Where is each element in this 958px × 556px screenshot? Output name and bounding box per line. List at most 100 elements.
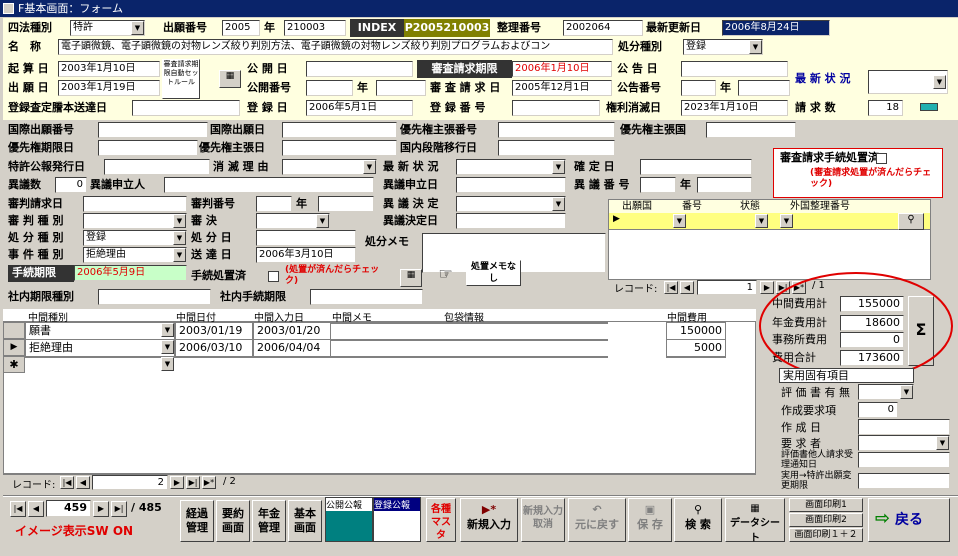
chevron-down-icon[interactable]: ▼ <box>161 340 174 354</box>
calendar-icon[interactable]: ▦ <box>219 70 241 88</box>
table-row-date[interactable]: 2006/03/10 <box>175 339 253 357</box>
shinpan-seikyu-input[interactable] <box>83 196 187 212</box>
table-row-cost[interactable]: 150000 <box>666 322 726 340</box>
note2-input[interactable] <box>858 473 950 489</box>
igi-moshitate-input[interactable] <box>164 177 374 193</box>
search-button[interactable]: ⚲ 検 索 <box>674 498 722 542</box>
new-record-icon[interactable]: ▶* <box>202 476 216 489</box>
shanai-kigen-input[interactable] <box>98 289 211 305</box>
yusen-koku-input[interactable] <box>706 122 796 138</box>
shobun-shubetsu-select[interactable]: 登録 <box>83 230 187 246</box>
chevron-down-icon[interactable]: ▼ <box>131 21 144 35</box>
print1-button[interactable]: 画面印刷1 <box>789 498 863 512</box>
new-input-cancel-button[interactable]: 新規入力取消 <box>521 498 565 542</box>
table-row-memo[interactable] <box>331 339 443 341</box>
first-record-icon[interactable]: |◀ <box>10 501 26 517</box>
prev-record-icon[interactable]: ◀ <box>76 476 90 489</box>
last-record-icon[interactable]: ▶| <box>186 476 200 489</box>
table-row-memo[interactable] <box>331 356 443 358</box>
sakusei-bi-input[interactable] <box>858 419 950 435</box>
back-button[interactable]: ⇨ 戻る <box>868 498 950 542</box>
save-button[interactable]: ▣ 保 存 <box>628 498 672 542</box>
kokusai-bi-input[interactable] <box>282 122 397 138</box>
tokkyo-koho-input[interactable] <box>104 159 210 175</box>
nenkin-kanri-button[interactable]: 年金管理 <box>252 500 286 542</box>
chevron-down-icon[interactable]: ▼ <box>161 323 174 337</box>
row-pointer-icon[interactable]: ▶ <box>3 339 25 356</box>
shinsa-seikyu-input[interactable]: 2005年12月1日 <box>512 80 612 96</box>
table-row-input[interactable]: 2006/04/04 <box>253 339 331 357</box>
shinpan-no-input[interactable] <box>318 196 374 212</box>
kakutei-input[interactable] <box>640 159 752 175</box>
igi-kettei-select[interactable] <box>456 196 566 212</box>
chevron-down-icon[interactable]: ▼ <box>673 214 686 228</box>
chevron-down-icon[interactable]: ▼ <box>316 214 329 228</box>
new-row-icon[interactable]: ✱ <box>3 356 25 373</box>
kenri-input[interactable]: 2023年1月10日 <box>681 100 788 116</box>
chevron-down-icon[interactable]: ▼ <box>552 197 565 211</box>
sakusei-yokyu-input[interactable]: 0 <box>858 402 898 418</box>
table-row-type[interactable] <box>25 356 175 358</box>
kokusai-no-input[interactable] <box>98 122 208 138</box>
table-row-info[interactable] <box>443 339 608 341</box>
calendar-icon[interactable]: ▦ <box>400 269 422 287</box>
table-row-date[interactable]: 2003/01/19 <box>175 322 253 340</box>
table-row-info[interactable] <box>443 322 608 324</box>
kakushu-master-button[interactable]: 各種マスタ <box>426 498 456 542</box>
igi-no-year[interactable] <box>640 177 676 193</box>
foreign-record-current[interactable]: 1 <box>697 280 757 295</box>
chevron-down-icon[interactable]: ▼ <box>900 385 913 399</box>
kokai-input[interactable] <box>306 61 413 77</box>
name-input[interactable]: 電子顕微鏡、電子顕微鏡の対物レンズ絞り判別方法、電子顕微鏡の対物レンズ絞り判別プ… <box>58 39 613 55</box>
igi-no-input[interactable] <box>697 177 752 193</box>
igi-moshitate-bi-input[interactable] <box>456 177 566 193</box>
binoculars-icon[interactable]: ⚲ <box>898 213 924 230</box>
kokoku-no-input[interactable] <box>738 80 790 96</box>
kihon-gamen-button[interactable]: 基本画面 <box>288 500 322 542</box>
datasheet-button[interactable]: ▦ データシート <box>725 498 785 544</box>
shutsugan-era-input[interactable]: 2005 <box>222 20 260 36</box>
note1-input[interactable] <box>858 452 950 468</box>
new-input-button[interactable]: ▶* 新規入力 <box>460 498 518 542</box>
jiken-shubetsu-select[interactable]: 拒絶理由 <box>83 247 187 263</box>
next-record-icon[interactable]: ▶ <box>170 476 184 489</box>
print2-button[interactable]: 画面印刷2 <box>789 513 863 527</box>
saishin-jokyo2-select[interactable] <box>456 159 566 175</box>
prev-record-icon[interactable]: ◀ <box>680 281 694 294</box>
shobun-bi-input[interactable] <box>256 230 356 246</box>
toroku-no-input[interactable] <box>512 100 600 116</box>
table-row-date[interactable] <box>175 356 253 358</box>
next-record-icon[interactable]: ▶ <box>93 501 109 517</box>
yoyaku-gamen-button[interactable]: 要約画面 <box>216 500 250 542</box>
shinpan-shubetsu-select[interactable] <box>83 213 187 229</box>
chevron-down-icon[interactable]: ▼ <box>780 214 793 228</box>
undo-button[interactable]: ↶ 元に戻す <box>568 498 626 542</box>
kokai-no-input[interactable] <box>376 80 426 96</box>
first-record-icon[interactable]: |◀ <box>60 476 74 489</box>
kokunai-input[interactable] <box>498 140 615 156</box>
keika-kanri-button[interactable]: 経過管理 <box>180 500 214 542</box>
prev-record-icon[interactable]: ◀ <box>28 501 44 517</box>
first-record-icon[interactable]: |◀ <box>664 281 678 294</box>
chevron-down-icon[interactable]: ▼ <box>173 248 186 262</box>
shinpan-no-year[interactable] <box>256 196 292 212</box>
midterm-record-current[interactable]: 2 <box>92 475 168 490</box>
shutsugan-no-input[interactable]: 210003 <box>284 20 346 36</box>
table-row-cost[interactable] <box>666 356 726 358</box>
yusen-bi-input[interactable] <box>282 140 397 156</box>
yusen-kigen-input[interactable] <box>98 140 198 156</box>
chevron-down-icon[interactable]: ▼ <box>749 40 762 54</box>
yusen-no-input[interactable] <box>498 122 615 138</box>
toroku-bi-input[interactable]: 2006年5月1日 <box>306 100 413 116</box>
table-row-memo[interactable] <box>331 322 443 324</box>
shutsugan-bi-input[interactable]: 2003年1月19日 <box>58 80 160 96</box>
row-selector[interactable] <box>3 322 25 339</box>
kokoku-no-year[interactable] <box>681 80 716 96</box>
chevron-down-icon[interactable]: ▼ <box>161 357 174 371</box>
chevron-down-icon[interactable]: ▼ <box>173 231 186 245</box>
igi-su-input[interactable]: 0 <box>55 177 87 193</box>
table-row-type[interactable]: 拒絶理由 <box>25 339 175 357</box>
kokai-no-year[interactable] <box>306 80 353 96</box>
igi-kettei-bi-input[interactable] <box>456 213 566 229</box>
print12-button[interactable]: 画面印刷１＋２ <box>789 528 863 542</box>
